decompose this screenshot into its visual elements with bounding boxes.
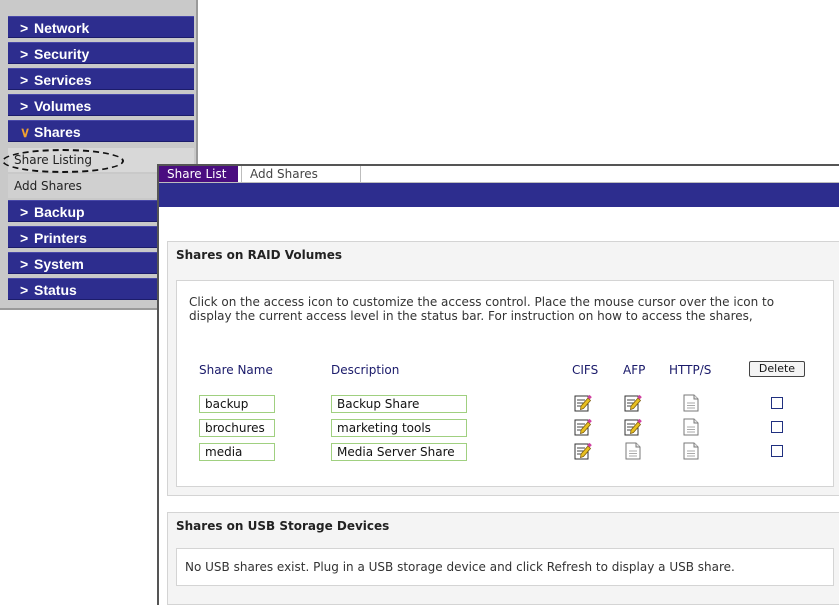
chevron-right-icon: >	[20, 204, 29, 220]
chevron-right-icon: >	[20, 256, 29, 272]
section-heading: Shares on RAID Volumes	[176, 248, 343, 262]
delete-checkbox[interactable]	[771, 397, 783, 409]
tab-bar: Share List Add Shares	[159, 166, 839, 183]
description-field[interactable]: Backup Share	[331, 395, 467, 413]
tab-add-shares[interactable]: Add Shares	[241, 166, 361, 182]
instructions-line: Click on the access icon to customize th…	[189, 295, 775, 309]
sub-item-label: Add Shares	[14, 179, 82, 193]
instructions-text: Click on the access icon to customize th…	[189, 295, 829, 323]
nav-item-security[interactable]: > Security	[8, 42, 194, 64]
column-header-afp: AFP	[623, 363, 646, 377]
share-name-field[interactable]: backup	[199, 395, 275, 413]
nav-item-services[interactable]: > Services	[8, 68, 194, 90]
http-access-icon[interactable]	[681, 393, 701, 413]
nav-item-label: Printers	[34, 230, 87, 246]
section-heading: Shares on USB Storage Devices	[176, 519, 390, 533]
http-access-icon[interactable]	[681, 417, 701, 437]
nav-item-label: Network	[34, 20, 90, 36]
share-management-panel: Share List Add Shares Shares on RAID Vol…	[157, 164, 839, 605]
nav-item-label: Services	[34, 72, 92, 88]
description-field[interactable]: marketing tools	[331, 419, 467, 437]
chevron-right-icon: >	[20, 46, 29, 62]
description-field[interactable]: Media Server Share	[331, 443, 467, 461]
usb-shares-section: Shares on USB Storage Devices No USB sha…	[167, 512, 839, 605]
column-header-http: HTTP/S	[669, 363, 712, 377]
delete-checkbox[interactable]	[771, 445, 783, 457]
nav-item-volumes[interactable]: > Volumes	[8, 94, 194, 116]
delete-button[interactable]: Delete	[749, 361, 805, 377]
chevron-right-icon: >	[20, 98, 29, 114]
column-header-share-name: Share Name	[199, 363, 273, 377]
cifs-access-icon[interactable]	[573, 441, 593, 461]
chevron-down-icon: ∨	[20, 124, 31, 140]
chevron-right-icon: >	[20, 20, 29, 36]
nav-item-network[interactable]: > Network	[8, 16, 194, 38]
header-band	[159, 183, 839, 207]
http-access-icon[interactable]	[681, 441, 701, 461]
usb-empty-message: No USB shares exist. Plug in a USB stora…	[185, 560, 735, 574]
nav-item-shares[interactable]: ∨ Shares	[8, 120, 194, 142]
afp-access-icon[interactable]	[623, 417, 643, 437]
nav-item-label: Status	[34, 282, 77, 298]
nav-item-label: System	[34, 256, 84, 272]
nav-item-label: Volumes	[34, 98, 92, 114]
delete-checkbox[interactable]	[771, 421, 783, 433]
share-name-field[interactable]: brochures	[199, 419, 275, 437]
chevron-right-icon: >	[20, 230, 29, 246]
afp-access-icon[interactable]	[623, 441, 643, 461]
nav-item-label: Shares	[34, 124, 81, 140]
usb-shares-box: No USB shares exist. Plug in a USB stora…	[176, 548, 834, 586]
column-header-cifs: CIFS	[572, 363, 599, 377]
raid-shares-section: Shares on RAID Volumes Click on the acce…	[167, 241, 839, 496]
sub-item-label: Share Listing	[14, 153, 92, 167]
raid-shares-box: Click on the access icon to customize th…	[176, 280, 834, 487]
chevron-right-icon: >	[20, 72, 29, 88]
cifs-access-icon[interactable]	[573, 417, 593, 437]
chevron-right-icon: >	[20, 282, 29, 298]
afp-access-icon[interactable]	[623, 393, 643, 413]
column-header-description: Description	[331, 363, 400, 377]
nav-item-label: Backup	[34, 204, 85, 220]
cifs-access-icon[interactable]	[573, 393, 593, 413]
share-name-field[interactable]: media	[199, 443, 275, 461]
tab-share-list[interactable]: Share List	[159, 166, 238, 182]
instructions-line: display the current access level in the …	[189, 309, 753, 323]
nav-item-label: Security	[34, 46, 90, 62]
